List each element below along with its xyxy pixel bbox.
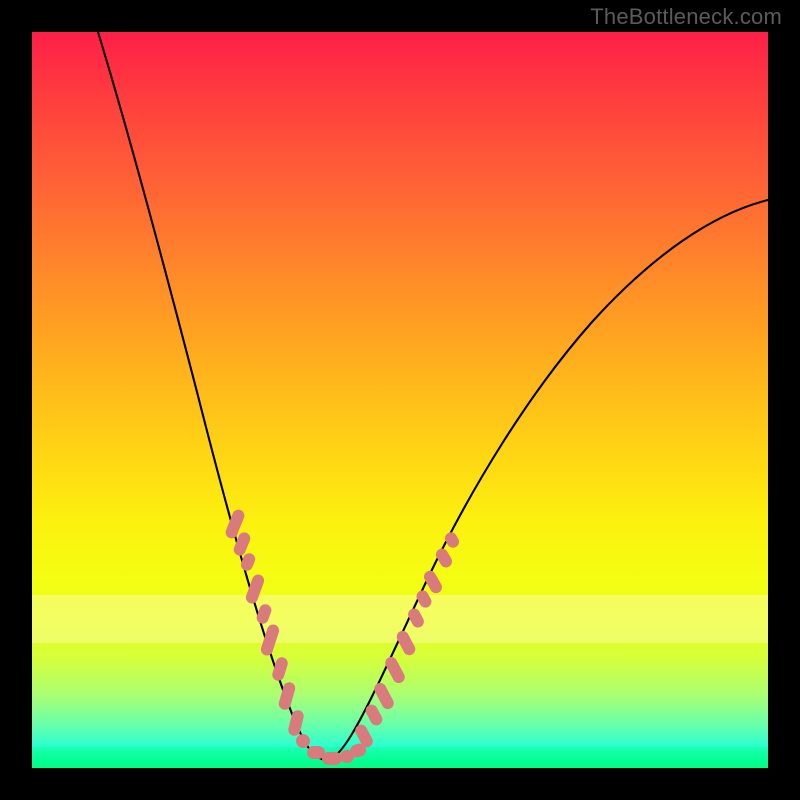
- marker-cluster-right: [353, 530, 461, 749]
- marker-dot: [383, 655, 407, 685]
- plot-area: [32, 32, 768, 768]
- marker-dot: [277, 681, 296, 711]
- watermark-text: TheBottleneck.com: [590, 4, 782, 30]
- marker-dot: [322, 752, 342, 765]
- bottleneck-curve: [98, 32, 768, 760]
- chart-frame: TheBottleneck.com: [0, 0, 800, 800]
- marker-dot: [414, 588, 433, 610]
- marker-cluster-bottom: [295, 733, 368, 765]
- curve-layer: [32, 32, 768, 768]
- marker-dot: [255, 603, 273, 626]
- marker-dot: [443, 530, 461, 550]
- marker-dot: [287, 709, 305, 737]
